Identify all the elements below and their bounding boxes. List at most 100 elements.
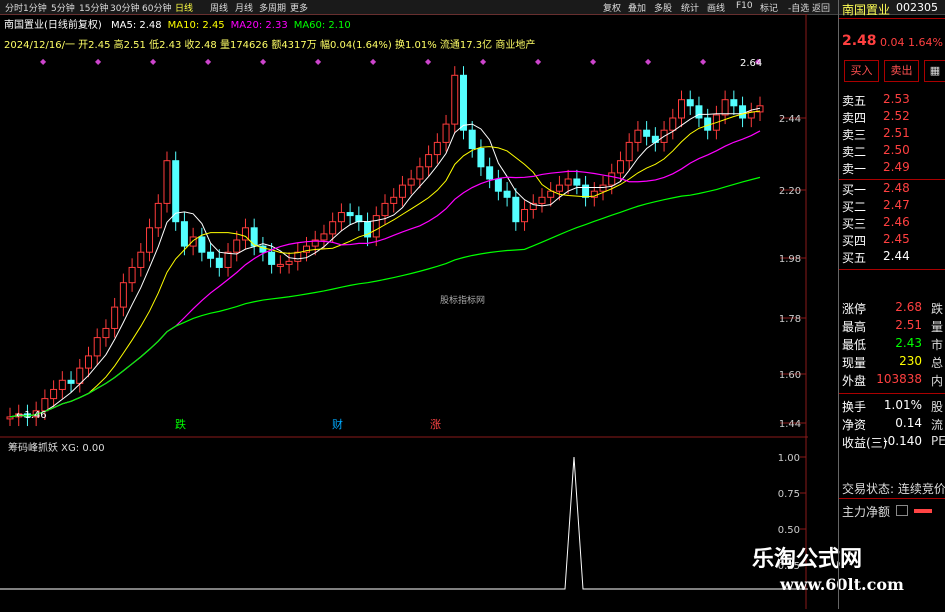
ask-label: 卖三 xyxy=(842,128,867,142)
ma-legend-item: MA10: 2.45 xyxy=(167,20,225,31)
period-tab[interactable]: 1分钟 xyxy=(23,1,47,14)
bid-row[interactable]: 买一 2.48 xyxy=(839,181,945,197)
candle-body xyxy=(268,251,276,265)
panel-stock-code: 002305 xyxy=(896,1,938,14)
toolbar-button[interactable]: 多股 xyxy=(654,1,672,14)
price-change-pct: 1.64% xyxy=(908,36,943,49)
price-axis-label: 1.98 xyxy=(779,254,801,265)
period-tab[interactable]: 日线 xyxy=(175,1,193,14)
period-toolbar: 分时 1分钟 5分钟 15分钟 30分钟 60分钟 日线 周线 月线 多周期 更多 复权 叠加 多股 统计画… xyxy=(0,0,945,15)
candle-body xyxy=(538,196,546,204)
period-tab[interactable]: 周线 xyxy=(210,1,228,14)
bid-row[interactable]: 买五 2.44 xyxy=(839,249,945,265)
current-price: 2.48 xyxy=(842,33,877,49)
bid-row[interactable]: 买二 2.47 xyxy=(839,198,945,214)
event-marker: ◆ xyxy=(480,57,487,66)
ask-row[interactable]: 卖三 2.51 xyxy=(839,126,945,142)
candle-body xyxy=(608,172,616,186)
period-tab[interactable]: 5分钟 xyxy=(51,1,75,14)
stat-label: 收益(三) xyxy=(842,436,888,450)
stat-row: 收益(三) -0.140 PE xyxy=(839,434,945,450)
price-axis-label: 1.60 xyxy=(779,370,801,381)
stat-row: 最高 2.51 量 xyxy=(839,318,945,334)
candle-body xyxy=(625,141,633,162)
candle-body xyxy=(285,260,293,265)
bid-price: 2.45 xyxy=(883,232,910,246)
candle-body xyxy=(407,178,415,186)
stat-label: 最低 xyxy=(842,338,867,352)
ask-row[interactable]: 卖四 2.52 xyxy=(839,109,945,125)
toolbar-button[interactable]: 返回 xyxy=(812,1,830,14)
kline-chart-area[interactable]: 2.44 2.20 1.98 1.78 1.60 1.44 1.00 0.75 0.50 0.25… xyxy=(0,13,808,609)
candle-body xyxy=(67,379,75,384)
ask-price: 2.53 xyxy=(883,92,910,106)
event-marker-label: 跌 xyxy=(175,417,186,431)
sell-button[interactable]: 卖出 xyxy=(884,60,919,82)
sub-axis-label: 0.75 xyxy=(778,489,800,500)
candle-body xyxy=(512,196,520,223)
candle-body xyxy=(102,327,110,339)
candle-body xyxy=(643,129,651,137)
candle-body xyxy=(442,123,450,143)
toolbar-button[interactable]: 统计 xyxy=(681,1,699,14)
period-tab[interactable]: 月线 xyxy=(235,1,253,14)
high-label: 2.64 xyxy=(740,58,762,69)
price-axis-label: 1.44 xyxy=(779,419,801,430)
bid-price: 2.44 xyxy=(883,249,910,263)
stat-tail: PE xyxy=(931,434,945,448)
period-tab[interactable]: 15分钟 xyxy=(79,1,108,14)
ma-legend-item: MA60: 2.10 xyxy=(293,20,351,31)
candle-body xyxy=(198,236,206,253)
quote-panel: 南国置业 002305 2.48 0.04 1.64% 买入 卖出 ▦ 卖五 2.… xyxy=(838,0,945,609)
candle-body xyxy=(50,388,58,400)
stock-title: 南国置业(日线前复权) xyxy=(4,20,102,31)
toolbar-button[interactable]: 画线 xyxy=(707,1,725,14)
stat-row: 现量 230 总 xyxy=(839,354,945,370)
grid-icon[interactable]: ▦ xyxy=(924,60,945,82)
period-tab[interactable]: 多周期 xyxy=(259,1,286,14)
candle-body xyxy=(294,251,302,262)
stat-row: 涨停 2.68 跌 xyxy=(839,300,945,316)
candle-body xyxy=(398,184,406,198)
toolbar-button[interactable]: F10 xyxy=(736,1,753,11)
ask-row[interactable]: 卖二 2.50 xyxy=(839,143,945,159)
period-tab[interactable]: 更多 xyxy=(290,1,308,14)
bid-row[interactable]: 买三 2.46 xyxy=(839,215,945,231)
toolbar-button[interactable]: 叠加 xyxy=(628,1,646,14)
candle-body xyxy=(669,117,677,131)
divider xyxy=(839,179,945,180)
candle-body xyxy=(730,99,738,107)
toolbar-button[interactable]: -自选 xyxy=(788,1,809,14)
event-marker: ◆ xyxy=(370,57,377,66)
stat-value: 0.14 xyxy=(895,416,922,430)
candle-body xyxy=(704,117,712,131)
candle-body xyxy=(93,337,101,357)
ask-row[interactable]: 卖五 2.53 xyxy=(839,92,945,108)
period-tab[interactable]: 分时 xyxy=(5,1,23,14)
bid-row[interactable]: 买四 2.45 xyxy=(839,232,945,248)
candle-body xyxy=(695,105,703,119)
candle-body xyxy=(207,251,215,259)
candle-body xyxy=(459,74,467,131)
event-marker: ◆ xyxy=(40,57,47,66)
candle-body xyxy=(582,184,590,198)
divider xyxy=(839,269,945,270)
period-tab[interactable]: 60分钟 xyxy=(142,1,171,14)
candle-body xyxy=(503,190,511,198)
ma-legend: MA5: 2.48 MA10: 2.45 MA20: 2.33 MA60: 2.10 xyxy=(105,20,351,31)
candle-body xyxy=(128,266,136,284)
toolbar-button[interactable]: 复权 xyxy=(603,1,621,14)
event-marker: ◆ xyxy=(590,57,597,66)
toolbar-button[interactable]: 标记 xyxy=(760,1,778,14)
candle-body xyxy=(337,212,345,223)
price-axis-label: 2.44 xyxy=(779,114,801,125)
candle-body xyxy=(521,209,529,223)
period-tab[interactable]: 30分钟 xyxy=(110,1,139,14)
buy-button[interactable]: 买入 xyxy=(844,60,879,82)
divider xyxy=(839,18,945,19)
candle-body xyxy=(599,184,607,192)
ask-row[interactable]: 卖一 2.49 xyxy=(839,160,945,176)
stat-label: 涨停 xyxy=(842,302,867,316)
candle-body xyxy=(451,74,459,125)
candle-body xyxy=(84,355,92,369)
